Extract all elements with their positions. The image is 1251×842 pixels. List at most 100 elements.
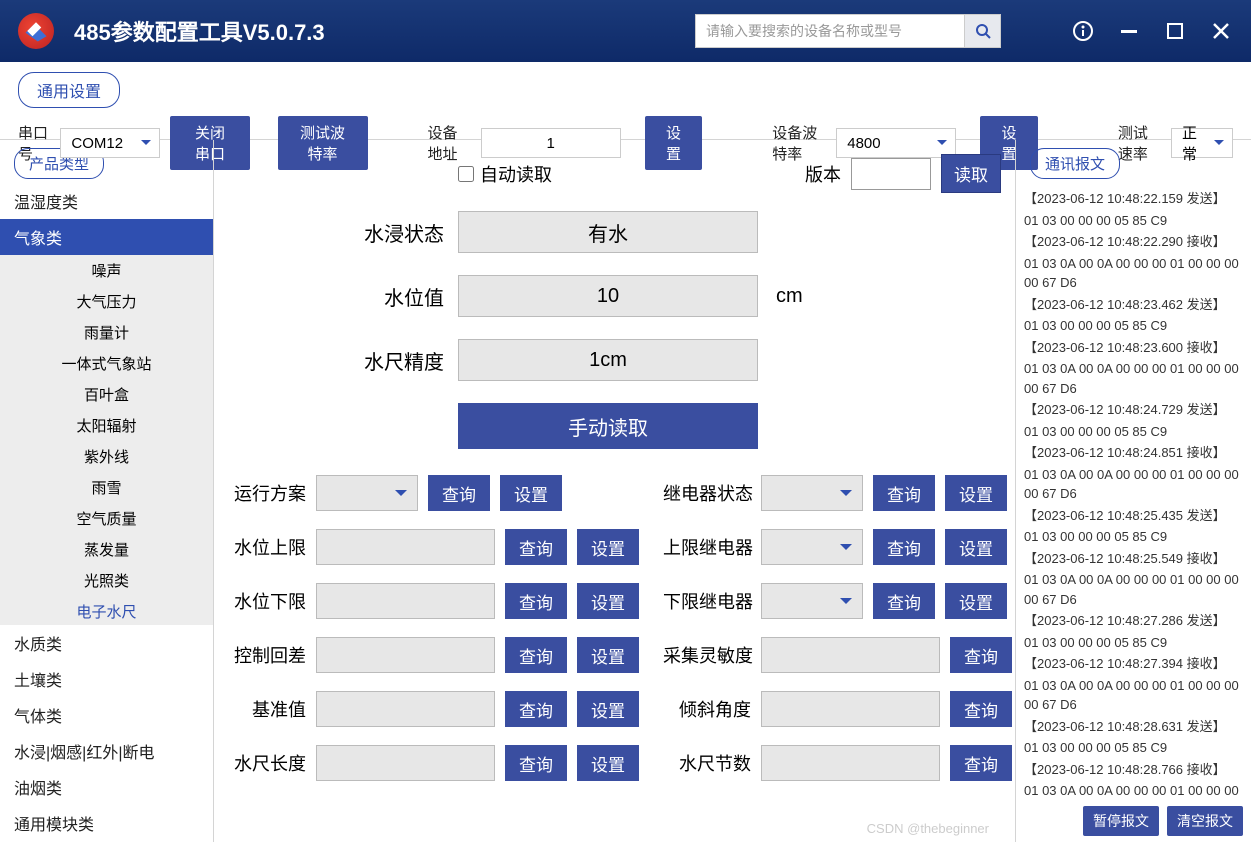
reading-label: 水浸状态 bbox=[228, 218, 458, 247]
category-item[interactable]: 油烟类 bbox=[0, 769, 213, 805]
param-input[interactable] bbox=[316, 745, 495, 781]
category-item[interactable]: 气体类 bbox=[0, 697, 213, 733]
param-label: 上限继电器 bbox=[663, 534, 761, 560]
category-item[interactable]: 通用模块类 bbox=[0, 805, 213, 841]
reading-unit: cm bbox=[776, 285, 803, 308]
log-body[interactable]: 【2023-06-12 10:48:22.159 发送】01 03 00 00 … bbox=[1016, 183, 1251, 802]
param-select[interactable] bbox=[316, 475, 418, 511]
titlebar: 485参数配置工具V5.0.7.3 bbox=[0, 0, 1251, 62]
reading-value: 10 bbox=[458, 275, 758, 317]
minimize-button[interactable] bbox=[1117, 19, 1141, 43]
close-button[interactable] bbox=[1209, 19, 1233, 43]
param-label: 基准值 bbox=[228, 696, 316, 722]
param-label: 水尺长度 bbox=[228, 750, 316, 776]
param-label: 水尺节数 bbox=[663, 750, 761, 776]
center-panel: 自动读取 版本 读取 水浸状态 有水 水位值 10 cm水尺精度 1cm 手动读… bbox=[214, 140, 1015, 842]
category-item[interactable]: 温湿度类 bbox=[0, 183, 213, 219]
param-input[interactable] bbox=[761, 637, 940, 673]
param-label: 继电器状态 bbox=[663, 480, 761, 506]
log-line: 01 03 00 00 00 05 85 C9 bbox=[1024, 527, 1243, 547]
set-button[interactable]: 设置 bbox=[577, 691, 639, 727]
maximize-button[interactable] bbox=[1163, 19, 1187, 43]
category-item[interactable]: 水浸|烟感|红外|断电 bbox=[0, 733, 213, 769]
param-input[interactable] bbox=[316, 637, 495, 673]
reading-label: 水位值 bbox=[228, 282, 458, 311]
query-button[interactable]: 查询 bbox=[950, 637, 1012, 673]
log-line: 【2023-06-12 10:48:22.159 发送】 bbox=[1024, 189, 1243, 209]
query-button[interactable]: 查询 bbox=[505, 691, 567, 727]
subcategory-item[interactable]: 电子水尺 bbox=[0, 596, 213, 625]
manual-read-button[interactable]: 手动读取 bbox=[458, 403, 758, 449]
param-label: 下限继电器 bbox=[663, 588, 761, 614]
search-button[interactable] bbox=[965, 14, 1001, 48]
config-bar: 通用设置 串口号 COM12 关闭串口 测试波特率 设备地址 设置 设备波特率 … bbox=[0, 62, 1251, 140]
app-logo bbox=[18, 13, 54, 49]
subcategory-item[interactable]: 百叶盒 bbox=[0, 379, 213, 410]
param-input[interactable] bbox=[316, 583, 495, 619]
set-button[interactable]: 设置 bbox=[577, 637, 639, 673]
category-item[interactable]: 气象类 bbox=[0, 219, 213, 255]
log-line: 01 03 00 00 00 05 85 C9 bbox=[1024, 316, 1243, 336]
subcategory-item[interactable]: 雨量计 bbox=[0, 317, 213, 348]
param-label: 水位下限 bbox=[228, 588, 316, 614]
log-line: 【2023-06-12 10:48:27.286 发送】 bbox=[1024, 611, 1243, 631]
log-line: 【2023-06-12 10:48:28.766 接收】 bbox=[1024, 760, 1243, 780]
pause-log-button[interactable]: 暂停报文 bbox=[1083, 806, 1159, 836]
log-line: 【2023-06-12 10:48:24.729 发送】 bbox=[1024, 400, 1243, 420]
log-line: 01 03 00 00 00 05 85 C9 bbox=[1024, 738, 1243, 758]
query-button[interactable]: 查询 bbox=[873, 475, 935, 511]
subcategory-item[interactable]: 蒸发量 bbox=[0, 534, 213, 565]
set-button[interactable]: 设置 bbox=[945, 583, 1007, 619]
set-button[interactable]: 设置 bbox=[500, 475, 562, 511]
query-button[interactable]: 查询 bbox=[873, 583, 935, 619]
param-input[interactable] bbox=[316, 691, 495, 727]
auto-read-checkbox[interactable]: 自动读取 bbox=[458, 161, 552, 187]
set-button[interactable]: 设置 bbox=[577, 529, 639, 565]
category-item[interactable]: 土壤类 bbox=[0, 661, 213, 697]
search-input[interactable] bbox=[695, 14, 965, 48]
query-button[interactable]: 查询 bbox=[873, 529, 935, 565]
set-button[interactable]: 设置 bbox=[945, 475, 1007, 511]
port-select[interactable]: COM12 bbox=[60, 128, 160, 158]
query-button[interactable]: 查询 bbox=[505, 583, 567, 619]
query-button[interactable]: 查询 bbox=[505, 637, 567, 673]
query-button[interactable]: 查询 bbox=[950, 745, 1012, 781]
subcategory-item[interactable]: 一体式气象站 bbox=[0, 348, 213, 379]
param-select[interactable] bbox=[761, 583, 863, 619]
log-line: 【2023-06-12 10:48:25.435 发送】 bbox=[1024, 506, 1243, 526]
log-line: 01 03 00 00 00 05 85 C9 bbox=[1024, 211, 1243, 231]
version-label: 版本 bbox=[805, 161, 841, 187]
tab-general-settings[interactable]: 通用设置 bbox=[18, 72, 120, 108]
subcategory-item[interactable]: 噪声 bbox=[0, 255, 213, 286]
watermark: CSDN @thebeginner bbox=[867, 821, 989, 836]
log-line: 01 03 0A 00 0A 00 00 00 01 00 00 00 00 6… bbox=[1024, 465, 1243, 504]
category-item[interactable]: 水质类 bbox=[0, 625, 213, 661]
query-button[interactable]: 查询 bbox=[428, 475, 490, 511]
query-button[interactable]: 查询 bbox=[505, 745, 567, 781]
subcategory-item[interactable]: 光照类 bbox=[0, 565, 213, 596]
version-input[interactable] bbox=[851, 158, 931, 190]
set-button[interactable]: 设置 bbox=[577, 745, 639, 781]
param-input[interactable] bbox=[316, 529, 495, 565]
subcategory-item[interactable]: 雨雪 bbox=[0, 472, 213, 503]
subcategory-item[interactable]: 紫外线 bbox=[0, 441, 213, 472]
log-line: 【2023-06-12 10:48:27.394 接收】 bbox=[1024, 654, 1243, 674]
subcategory-item[interactable]: 大气压力 bbox=[0, 286, 213, 317]
subcategory-item[interactable]: 太阳辐射 bbox=[0, 410, 213, 441]
param-select[interactable] bbox=[761, 475, 863, 511]
param-input[interactable] bbox=[761, 745, 940, 781]
comm-log-header: 通讯报文 bbox=[1030, 148, 1120, 179]
param-label: 水位上限 bbox=[228, 534, 316, 560]
query-button[interactable]: 查询 bbox=[505, 529, 567, 565]
param-input[interactable] bbox=[761, 691, 940, 727]
clear-log-button[interactable]: 清空报文 bbox=[1167, 806, 1243, 836]
log-line: 【2023-06-12 10:48:22.290 接收】 bbox=[1024, 232, 1243, 252]
set-button[interactable]: 设置 bbox=[945, 529, 1007, 565]
info-icon[interactable] bbox=[1071, 19, 1095, 43]
param-select[interactable] bbox=[761, 529, 863, 565]
read-button[interactable]: 读取 bbox=[941, 154, 1001, 193]
subcategory-item[interactable]: 空气质量 bbox=[0, 503, 213, 534]
test-speed-select[interactable]: 正常 bbox=[1171, 128, 1233, 158]
set-button[interactable]: 设置 bbox=[577, 583, 639, 619]
query-button[interactable]: 查询 bbox=[950, 691, 1012, 727]
